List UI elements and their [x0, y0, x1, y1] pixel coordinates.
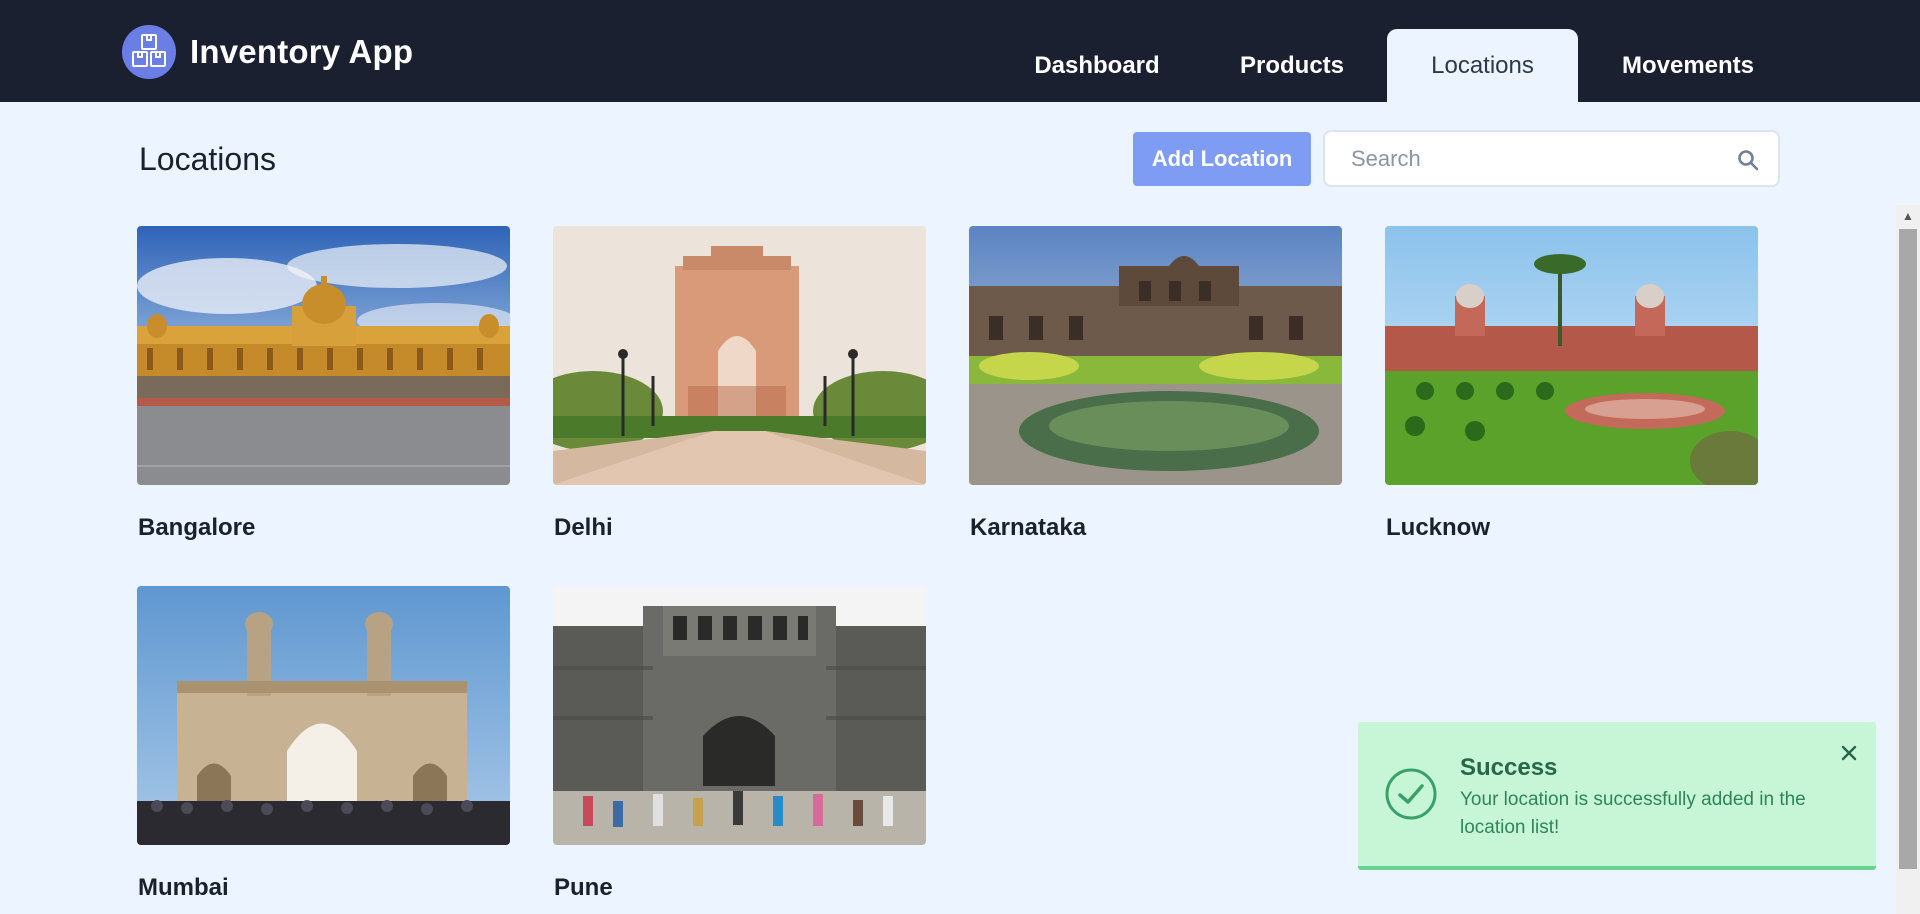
tab-label: Products [1239, 51, 1344, 79]
tab-dashboard[interactable]: Dashboard [1010, 29, 1184, 102]
location-image [553, 226, 926, 485]
search-box [1323, 130, 1780, 187]
scroll-thumb[interactable] [1899, 229, 1917, 869]
location-image [1385, 226, 1758, 485]
search-icon[interactable] [1736, 148, 1760, 172]
location-card[interactable]: Mumbai [137, 586, 510, 901]
top-navbar: Inventory App Dashboard Products Locatio… [0, 0, 1920, 102]
add-location-button[interactable]: Add Location [1133, 132, 1311, 186]
page-title: Locations [139, 141, 276, 177]
brand[interactable]: Inventory App [122, 25, 413, 79]
page-scrollbar[interactable]: ▲ [1896, 205, 1920, 914]
location-name: Pune [554, 874, 613, 901]
toast-message: Your location is successfully added in t… [1460, 789, 1806, 838]
location-image [969, 226, 1342, 485]
location-name: Karnataka [970, 514, 1087, 541]
tab-locations[interactable]: Locations [1387, 29, 1578, 102]
location-image [137, 226, 510, 485]
location-card[interactable]: Pune [553, 586, 926, 901]
location-card[interactable]: Lucknow [1385, 226, 1758, 541]
app-title: Inventory App [190, 33, 414, 70]
location-card[interactable]: Karnataka [969, 226, 1342, 541]
close-icon[interactable] [1836, 740, 1862, 766]
location-image [553, 586, 926, 845]
tab-label: Locations [1431, 51, 1534, 79]
tab-label: Dashboard [1034, 51, 1160, 79]
location-card[interactable]: Bangalore [137, 226, 510, 541]
location-name: Delhi [554, 514, 613, 541]
location-image [137, 586, 510, 845]
check-circle-icon [1384, 767, 1438, 821]
tab-movements[interactable]: Movements [1606, 29, 1770, 102]
tab-products[interactable]: Products [1214, 29, 1370, 102]
boxes-icon [122, 25, 176, 79]
tab-label: Movements [1621, 51, 1755, 79]
toast-title: Success [1460, 754, 1558, 781]
location-card[interactable]: Delhi [553, 226, 926, 541]
search-input[interactable] [1325, 132, 1778, 185]
location-name: Bangalore [138, 514, 256, 541]
success-toast: Success Your location is successfully ad… [1358, 722, 1876, 870]
scroll-up-arrow-icon[interactable]: ▲ [1896, 205, 1920, 227]
location-name: Lucknow [1386, 514, 1491, 541]
location-name: Mumbai [138, 874, 229, 901]
